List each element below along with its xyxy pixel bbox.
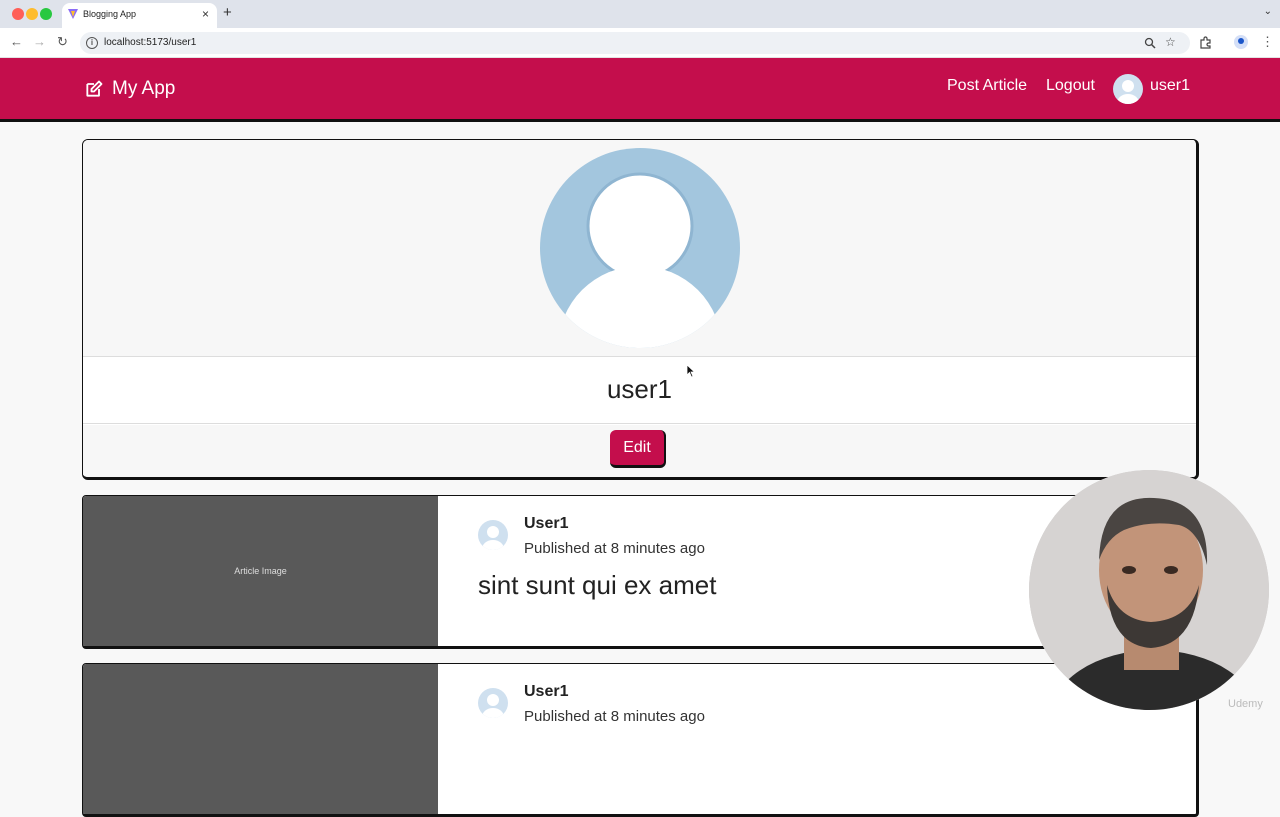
zoom-icon[interactable] xyxy=(1144,37,1156,49)
presenter-video xyxy=(1029,470,1269,710)
author-name: User1 xyxy=(524,515,569,532)
brand-name: My App xyxy=(112,78,176,99)
author-avatar-icon xyxy=(482,694,504,718)
article-title[interactable]: sint sunt qui ex amet xyxy=(478,570,716,601)
published-time: Published at 8 minutes ago xyxy=(524,708,705,725)
brand-link[interactable]: My App xyxy=(84,78,175,100)
username-link[interactable]: user1 xyxy=(1150,77,1190,95)
profile-avatar xyxy=(540,148,740,348)
logout-link[interactable]: Logout xyxy=(1046,77,1095,95)
profile-header xyxy=(83,140,1196,357)
minimize-window-button[interactable] xyxy=(26,8,38,20)
profile-name-row: user1 xyxy=(83,358,1196,424)
browser-tab[interactable]: Blogging App × xyxy=(62,3,217,28)
reload-icon[interactable]: ↻ xyxy=(57,34,68,50)
author-avatar xyxy=(478,520,508,550)
forward-icon[interactable]: → xyxy=(33,34,46,50)
article-card[interactable]: User1 Published at 8 minutes ago xyxy=(82,663,1199,817)
back-icon[interactable]: ← xyxy=(10,34,23,50)
edit-profile-button[interactable]: Edit xyxy=(610,430,666,468)
browser-tabbar: Blogging App × + ⌄ xyxy=(0,0,1280,28)
profile-card: user1 Edit xyxy=(82,139,1199,480)
url-text[interactable]: localhost:5173/user1 xyxy=(104,37,196,48)
article-image: Article Image xyxy=(83,496,438,646)
author-name: User1 xyxy=(524,683,569,700)
profile-avatar-icon xyxy=(558,172,722,348)
article-image-alt: Article Image xyxy=(234,566,287,576)
tab-close-icon[interactable]: × xyxy=(202,7,209,21)
tab-title: Blogging App xyxy=(83,9,137,19)
vite-icon xyxy=(68,9,78,19)
profile-footer: Edit xyxy=(83,425,1196,477)
extensions-icon[interactable] xyxy=(1199,36,1212,49)
profile-name: user1 xyxy=(606,374,673,404)
new-tab-icon[interactable]: + xyxy=(223,5,232,21)
profile-icon[interactable] xyxy=(1234,35,1248,49)
user-avatar-icon xyxy=(1117,80,1139,104)
site-info-icon[interactable]: i xyxy=(86,37,98,49)
post-article-link[interactable]: Post Article xyxy=(947,77,1027,95)
maximize-window-button[interactable] xyxy=(40,8,52,20)
bookmark-star-icon[interactable]: ☆ xyxy=(1165,35,1176,49)
user-avatar[interactable] xyxy=(1113,74,1143,104)
author-avatar xyxy=(478,688,508,718)
app-navbar: My App Post Article Logout user1 xyxy=(0,58,1280,122)
browser-toolbar: ← → ↻ i localhost:5173/user1 ☆ ⋮ xyxy=(0,28,1280,58)
edit-square-icon xyxy=(86,80,103,97)
browser-menu-icon[interactable]: ⋮ xyxy=(1261,34,1274,50)
mouse-cursor-icon xyxy=(686,364,696,378)
published-time: Published at 8 minutes ago xyxy=(524,540,705,557)
address-bar[interactable]: i localhost:5173/user1 ☆ xyxy=(80,32,1190,54)
udemy-watermark: Udemy xyxy=(1228,698,1263,710)
author-avatar-icon xyxy=(482,526,504,550)
close-window-button[interactable] xyxy=(12,8,24,20)
article-image xyxy=(83,664,438,814)
tab-search-icon[interactable]: ⌄ xyxy=(1264,6,1272,17)
webcam-overlay xyxy=(1029,470,1269,710)
